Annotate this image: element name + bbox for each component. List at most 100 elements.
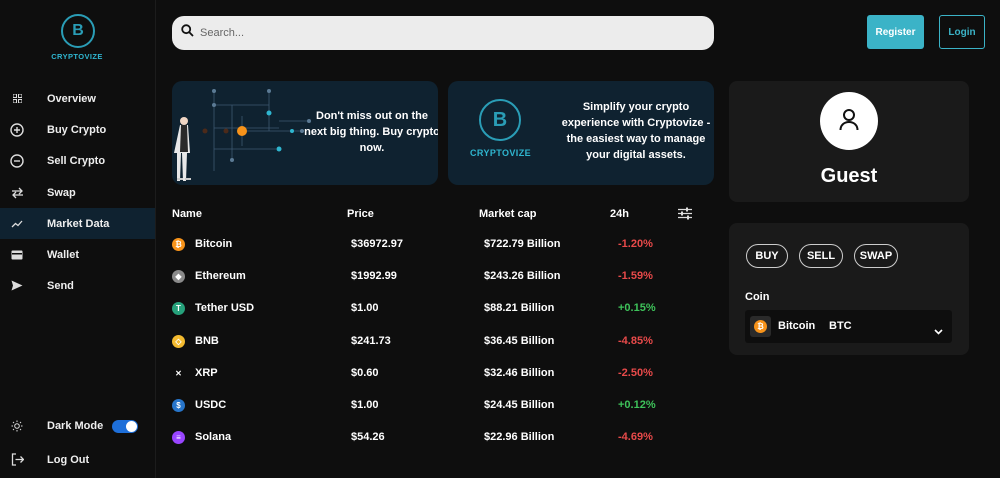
search-bar[interactable] bbox=[172, 16, 714, 50]
swap-button[interactable]: SWAP bbox=[854, 244, 898, 268]
coin-name: XRP bbox=[195, 367, 218, 379]
coin-price: $1992.99 bbox=[351, 270, 397, 282]
coin-select[interactable]: ₿ Bitcoin BTC bbox=[745, 310, 952, 343]
swap-arrows-icon bbox=[10, 186, 24, 200]
table-row[interactable]: ✕ XRP $0.60 $32.46 Billion -2.50% bbox=[172, 364, 712, 384]
banner-logo: B CRYPTOVIZE bbox=[470, 99, 532, 158]
coin-market-cap: $22.96 Billion bbox=[484, 431, 555, 443]
coin-name: Solana bbox=[195, 431, 232, 443]
sell-button[interactable]: SELL bbox=[799, 244, 843, 268]
sidebar-item-label: Send bbox=[47, 279, 74, 292]
promo-text-cryptovize: Simplify your crypto experience with Cry… bbox=[561, 101, 711, 161]
column-header-market-cap: Market cap bbox=[479, 208, 537, 220]
plus-circle-icon bbox=[10, 122, 24, 137]
selected-coin-name: Bitcoin bbox=[778, 320, 816, 332]
coin-name: Bitcoin bbox=[195, 238, 233, 250]
sidebar-item-logout[interactable]: Log Out bbox=[0, 444, 155, 475]
table-row[interactable]: $ USDC $1.00 $24.45 Billion +0.12% bbox=[172, 396, 712, 416]
promo-text-buy: Don't miss out on the next big thing. Bu… bbox=[304, 110, 438, 154]
network-illustration bbox=[174, 89, 311, 181]
sidebar-item-label: Market Data bbox=[47, 217, 110, 230]
sidebar-item-label: Log Out bbox=[47, 453, 90, 466]
coin-price: $36972.97 bbox=[351, 238, 403, 250]
table-row[interactable]: ≡ Solana $54.26 $22.96 Billion -4.69% bbox=[172, 428, 712, 448]
usdc-icon: $ bbox=[172, 399, 185, 412]
search-icon bbox=[181, 24, 194, 42]
coin-market-cap: $36.45 Billion bbox=[484, 335, 555, 347]
coin-name: BNB bbox=[195, 335, 219, 347]
send-icon bbox=[10, 279, 24, 293]
dark-mode-toggle[interactable] bbox=[112, 420, 138, 433]
selected-coin-symbol: BTC bbox=[829, 320, 852, 332]
profile-panel: Guest bbox=[729, 81, 969, 202]
coin-name: Tether USD bbox=[195, 302, 255, 314]
coin-market-cap: $32.46 Billion bbox=[484, 367, 555, 379]
person-figure bbox=[174, 117, 191, 181]
brand-name: CRYPTOVIZE bbox=[51, 52, 103, 61]
table-row[interactable]: ◆ Ethereum $1992.99 $243.26 Billion -1.59% bbox=[172, 267, 712, 287]
sidebar-item-overview[interactable]: Overview bbox=[0, 83, 155, 114]
coin-market-cap: $88.21 Billion bbox=[484, 302, 555, 314]
minus-circle-icon bbox=[10, 153, 24, 168]
user-name: Guest bbox=[820, 165, 878, 187]
brand-logo[interactable]: B CRYPTOVIZE bbox=[51, 14, 104, 61]
coin-market-cap: $722.79 Billion bbox=[484, 238, 561, 250]
sidebar-item-label: Swap bbox=[47, 186, 76, 199]
coin-change-24h: -1.20% bbox=[618, 238, 653, 250]
sidebar-item-wallet[interactable]: Wallet bbox=[0, 239, 155, 270]
table-row[interactable]: T Tether USD $1.00 $88.21 Billion +0.15% bbox=[172, 299, 712, 319]
coin-price: $1.00 bbox=[351, 399, 379, 411]
login-button[interactable]: Login bbox=[939, 15, 985, 49]
coin-name: USDC bbox=[195, 399, 227, 411]
coin-label: Coin bbox=[745, 291, 770, 303]
coin-price: $241.73 bbox=[351, 335, 391, 347]
ethereum-icon: ◆ bbox=[172, 270, 185, 283]
sidebar-item-sell-crypto[interactable]: Sell Crypto bbox=[0, 145, 155, 176]
bitcoin-logo-icon: B bbox=[479, 99, 521, 141]
table-row[interactable]: ₿ Bitcoin $36972.97 $722.79 Billion -1.20% bbox=[172, 235, 712, 255]
coin-change-24h: -2.50% bbox=[618, 367, 653, 379]
grid-icon bbox=[10, 92, 24, 106]
sidebar-item-send[interactable]: Send bbox=[0, 270, 155, 301]
column-header-24h: 24h bbox=[610, 208, 629, 220]
filter-sliders-icon[interactable] bbox=[678, 207, 692, 225]
search-input[interactable] bbox=[200, 27, 700, 39]
register-button[interactable]: Register bbox=[867, 15, 924, 49]
wallet-icon bbox=[10, 248, 24, 262]
bitcoin-logo-icon: B bbox=[61, 14, 95, 48]
sidebar-item-market-data[interactable]: Market Data bbox=[0, 208, 155, 239]
chevron-down-icon bbox=[934, 322, 943, 340]
coin-price: $54.26 bbox=[351, 431, 385, 443]
trend-line-icon bbox=[10, 217, 24, 231]
coin-change-24h: +0.12% bbox=[618, 399, 656, 411]
sidebar-item-swap[interactable]: Swap bbox=[0, 177, 155, 208]
banner-logo-text: CRYPTOVIZE bbox=[470, 148, 532, 158]
coin-price: $0.60 bbox=[351, 367, 379, 379]
bitcoin-icon: ₿ bbox=[172, 238, 185, 251]
coin-name: Ethereum bbox=[195, 270, 246, 282]
trade-panel: BUY SELL SWAP Coin ₿ Bitcoin BTC bbox=[729, 223, 969, 355]
sidebar-item-label: Wallet bbox=[47, 248, 79, 261]
bitcoin-icon: ₿ bbox=[750, 316, 771, 337]
promo-banner-buy: Don't miss out on the next big thing. Bu… bbox=[172, 81, 438, 185]
bnb-icon: ◇ bbox=[172, 335, 185, 348]
sidebar-item-buy-crypto[interactable]: Buy Crypto bbox=[0, 114, 155, 145]
buy-button[interactable]: BUY bbox=[746, 244, 788, 268]
coin-market-cap: $24.45 Billion bbox=[484, 399, 555, 411]
sidebar-item-label: Sell Crypto bbox=[47, 154, 106, 167]
column-header-price: Price bbox=[347, 208, 374, 220]
promo-banner-cryptovize: B CRYPTOVIZE Simplify your crypto experi… bbox=[448, 81, 714, 185]
dark-mode-label: Dark Mode bbox=[47, 419, 104, 432]
table-row[interactable]: ◇ BNB $241.73 $36.45 Billion -4.85% bbox=[172, 332, 712, 352]
sun-icon bbox=[10, 419, 24, 433]
coin-change-24h: -4.69% bbox=[618, 431, 653, 443]
coin-price: $1.00 bbox=[351, 302, 379, 314]
sidebar: B CRYPTOVIZE Overview Buy Crypto Sell Cr… bbox=[0, 0, 156, 478]
sidebar-item-label: Overview bbox=[47, 92, 96, 105]
tether-icon: T bbox=[172, 302, 185, 315]
user-icon bbox=[839, 109, 859, 131]
avatar[interactable] bbox=[820, 92, 878, 150]
coin-market-cap: $243.26 Billion bbox=[484, 270, 561, 282]
coin-change-24h: +0.15% bbox=[618, 302, 656, 314]
logout-icon bbox=[10, 453, 24, 467]
